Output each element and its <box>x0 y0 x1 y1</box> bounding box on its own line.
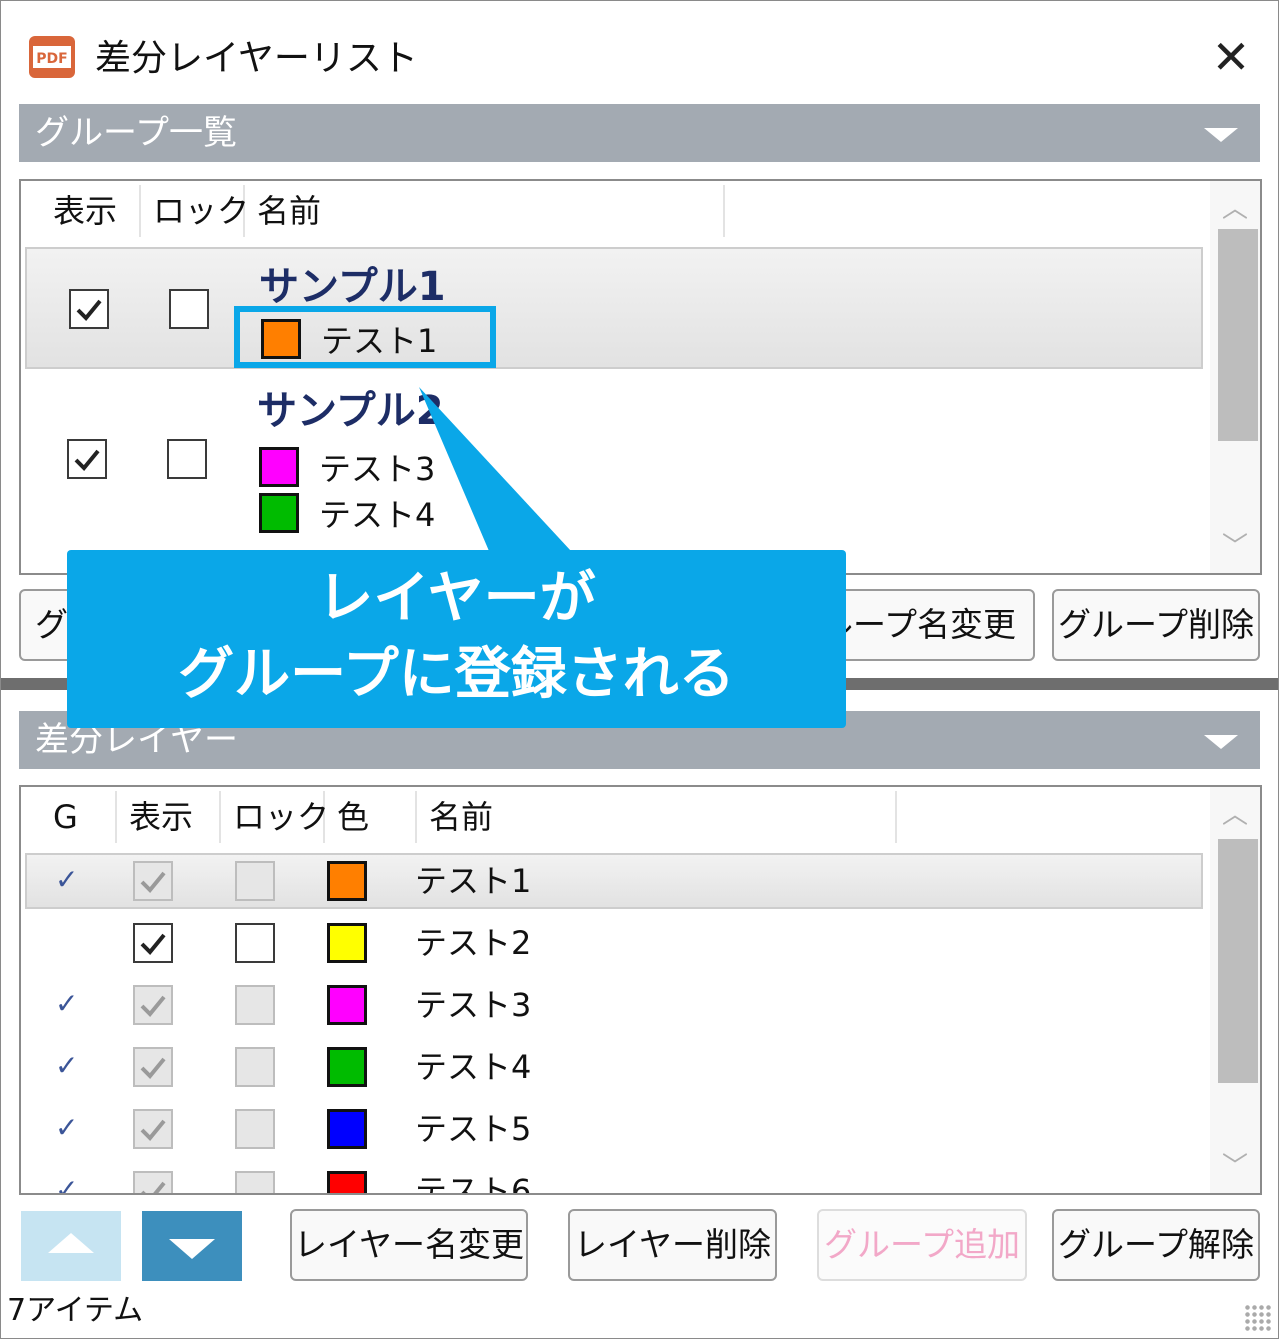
diff-layer-scrollbar[interactable]: ︿ ﹀ <box>1210 787 1260 1193</box>
move-down-button[interactable] <box>142 1211 242 1281</box>
layer-row[interactable]: ✓ テスト5 <box>25 1101 1203 1157</box>
highlight-box <box>234 306 496 368</box>
chevron-down-icon <box>1204 128 1238 142</box>
visible-checkbox[interactable] <box>69 289 109 329</box>
column-header-g[interactable]: G <box>41 791 117 843</box>
scroll-thumb[interactable] <box>1218 229 1258 441</box>
layer-color-swatch <box>259 447 299 487</box>
layer-color-swatch[interactable] <box>327 923 367 963</box>
close-button[interactable]: ✕ <box>1201 29 1261 85</box>
lock-checkbox[interactable] <box>235 985 275 1025</box>
callout-line-1: レイヤーが <box>317 566 596 631</box>
diff-layer-list[interactable]: G 表示 ロック 色 名前 ✓ テスト1 テスト2 ✓ テスト3 ✓ テスト4 ✓ テスト5 ✓ テ… <box>19 785 1262 1195</box>
triangle-down-icon <box>169 1239 215 1259</box>
group-membership-check-icon: ✓ <box>55 1049 79 1082</box>
layer-name: テスト6 <box>415 1172 532 1195</box>
pdf-app-icon: PDF <box>29 36 75 78</box>
visible-checkbox[interactable] <box>133 1109 173 1149</box>
lock-checkbox[interactable] <box>167 439 207 479</box>
column-header-color[interactable]: 色 <box>325 791 417 843</box>
group-membership-check-icon: ✓ <box>55 1111 79 1144</box>
visible-checkbox[interactable] <box>67 439 107 479</box>
delete-group-button-label: グループ削除 <box>1057 605 1255 644</box>
layer-color-swatch[interactable] <box>327 1047 367 1087</box>
group-row[interactable]: サンプル2 テスト3 テスト4 <box>25 377 1203 537</box>
remove-from-group-button-label: グループ解除 <box>1057 1225 1255 1264</box>
layer-color-swatch[interactable] <box>327 985 367 1025</box>
group-membership-check-icon: ✓ <box>55 987 79 1020</box>
lock-checkbox[interactable] <box>235 923 275 963</box>
app-icon-label: PDF <box>36 51 67 67</box>
group-membership-check-icon: ✓ <box>55 863 79 896</box>
layer-row[interactable]: ✓ テスト6 <box>25 1163 1203 1195</box>
column-header-empty <box>897 791 1207 843</box>
diff-layer-list-window: PDF 差分レイヤーリスト ✕ グループ一覧 表示 ロック 名前 サンプル1 テ… <box>0 0 1279 1339</box>
lock-checkbox[interactable] <box>235 861 275 901</box>
callout-pointer <box>419 387 571 551</box>
close-icon: ✕ <box>1211 30 1251 84</box>
column-header-lock[interactable]: ロック <box>221 791 329 843</box>
scroll-up-icon[interactable]: ︿ <box>1210 189 1260 229</box>
column-header-lock[interactable]: ロック <box>141 185 249 237</box>
rename-layer-button[interactable]: レイヤー名変更 <box>290 1209 528 1281</box>
layer-color-swatch[interactable] <box>327 1171 367 1193</box>
delete-layer-button[interactable]: レイヤー削除 <box>568 1209 777 1281</box>
layer-name: テスト1 <box>415 862 532 900</box>
layer-name: テスト5 <box>415 1110 532 1148</box>
layer-row[interactable]: ✓ テスト3 <box>25 977 1203 1033</box>
lock-checkbox[interactable] <box>235 1171 275 1193</box>
column-header-name[interactable]: 名前 <box>245 185 725 237</box>
item-count-status: 7アイテム <box>7 1293 144 1328</box>
layer-color-swatch[interactable] <box>327 1109 367 1149</box>
column-header-empty <box>725 185 1207 237</box>
title-bar: PDF 差分レイヤーリスト ✕ <box>1 1 1278 101</box>
scroll-down-icon[interactable]: ﹀ <box>1210 1147 1260 1187</box>
group-row[interactable]: サンプル1 テスト1 <box>25 247 1203 369</box>
scroll-thumb[interactable] <box>1218 839 1258 1083</box>
lock-checkbox[interactable] <box>169 289 209 329</box>
rename-layer-button-label: レイヤー名変更 <box>293 1225 524 1264</box>
scroll-down-icon[interactable]: ﹀ <box>1210 527 1260 567</box>
layer-name: テスト4 <box>415 1048 532 1086</box>
chevron-down-icon <box>1204 735 1238 749</box>
move-up-button[interactable] <box>21 1211 121 1281</box>
window-title: 差分レイヤーリスト <box>95 38 418 79</box>
lock-checkbox[interactable] <box>235 1109 275 1149</box>
rename-group-button-label: ループ名変更 <box>819 605 1017 644</box>
layer-row[interactable]: テスト2 <box>25 915 1203 971</box>
column-header-visible[interactable]: 表示 <box>117 791 221 843</box>
resize-grip-icon[interactable] <box>1244 1304 1272 1332</box>
column-header-name[interactable]: 名前 <box>417 791 897 843</box>
annotation-callout: レイヤーが グループに登録される <box>67 550 846 728</box>
layer-name: テスト3 <box>415 986 532 1024</box>
group-list-header-label: グループ一覧 <box>35 113 237 153</box>
group-list[interactable]: 表示 ロック 名前 サンプル1 テスト1 サンプル2 テスト3 テスト4 ︿ ﹀ <box>19 179 1262 575</box>
add-to-group-button-label: グループ追加 <box>823 1225 1021 1264</box>
column-header-visible[interactable]: 表示 <box>41 185 141 237</box>
group-membership-check-icon: ✓ <box>55 1173 79 1195</box>
remove-from-group-button[interactable]: グループ解除 <box>1052 1209 1260 1281</box>
group-list-header[interactable]: グループ一覧 <box>19 104 1260 162</box>
layer-row[interactable]: ✓ テスト1 <box>25 853 1203 909</box>
layer-color-swatch <box>259 493 299 533</box>
lock-checkbox[interactable] <box>235 1047 275 1087</box>
visible-checkbox[interactable] <box>133 861 173 901</box>
visible-checkbox[interactable] <box>133 1047 173 1087</box>
layer-color-swatch[interactable] <box>327 861 367 901</box>
layer-name: テスト2 <box>415 924 532 962</box>
callout-line-2: グループに登録される <box>178 642 735 707</box>
triangle-up-icon <box>48 1233 94 1253</box>
visible-checkbox[interactable] <box>133 923 173 963</box>
add-to-group-button[interactable]: グループ追加 <box>817 1209 1027 1281</box>
visible-checkbox[interactable] <box>133 985 173 1025</box>
layer-row[interactable]: ✓ テスト4 <box>25 1039 1203 1095</box>
delete-layer-button-label: レイヤー削除 <box>573 1225 771 1264</box>
group-list-scrollbar[interactable]: ︿ ﹀ <box>1210 181 1260 573</box>
visible-checkbox[interactable] <box>133 1171 173 1193</box>
delete-group-button[interactable]: グループ削除 <box>1052 589 1260 661</box>
scroll-up-icon[interactable]: ︿ <box>1210 795 1260 835</box>
group-name: サンプル1 <box>259 264 446 310</box>
